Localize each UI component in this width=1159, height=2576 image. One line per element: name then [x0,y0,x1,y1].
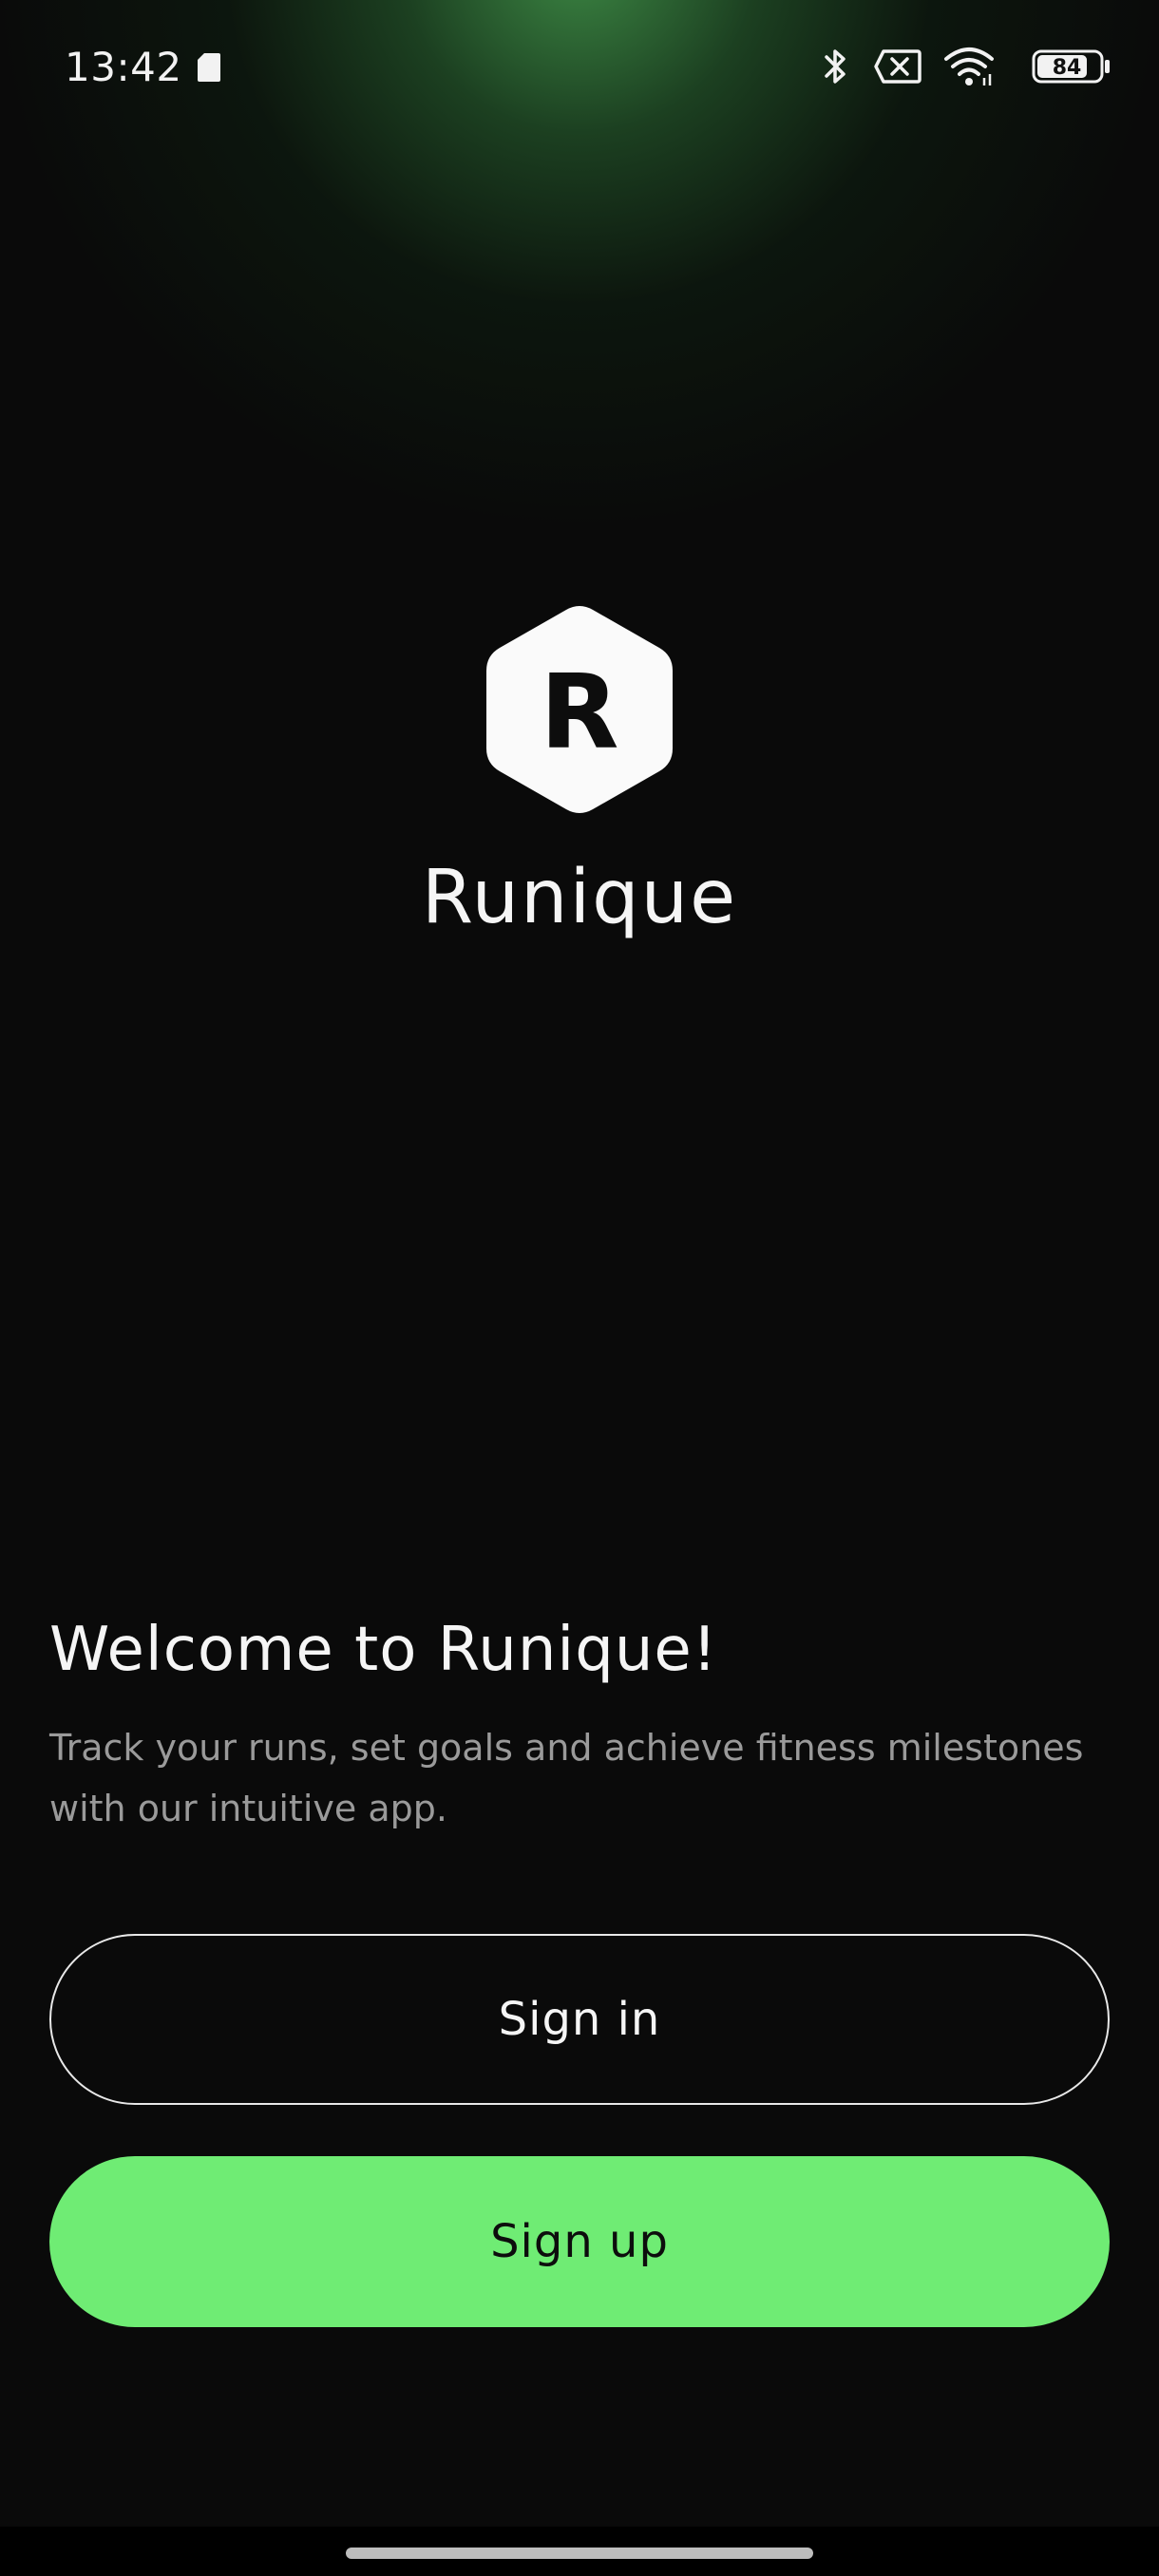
app-logo: R [483,604,676,815]
app-name: Runique [421,855,738,940]
sign-in-label: Sign in [498,1993,661,2046]
logo-letter: R [540,653,619,772]
status-time: 13:42 [65,44,182,90]
sign-up-label: Sign up [490,2215,669,2268]
sign-up-button[interactable]: Sign up [49,2156,1110,2327]
welcome-screen: 13:42 84 R Runique Welcome to Runique! T… [0,0,1159,2576]
sim-card-icon [198,53,220,82]
wifi-icon [944,47,994,85]
welcome-description: Track your runs, set goals and achieve f… [49,1727,1084,1829]
sign-in-button[interactable]: Sign in [49,1934,1110,2105]
no-signal-icon [874,49,922,84]
status-bar: 13:42 84 [0,0,1159,133]
welcome-title: Welcome to Runique! [49,1615,718,1685]
battery-level: 84 [1053,56,1082,80]
battery-icon: 84 [1032,49,1110,84]
bluetooth-icon [825,49,846,84]
home-indicator[interactable] [346,2548,813,2559]
